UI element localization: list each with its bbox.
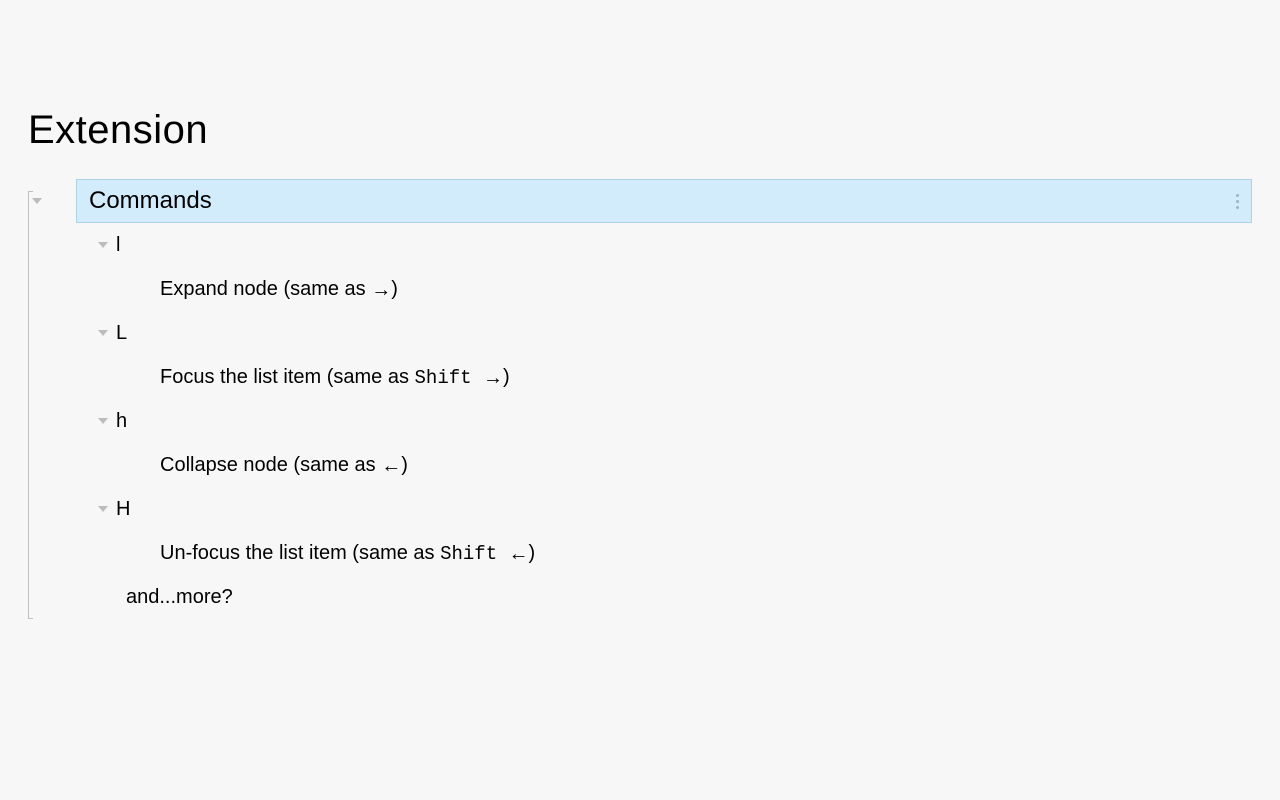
tree-node[interactable]: H (94, 487, 1252, 531)
and-more-label: and...more? (126, 586, 233, 609)
command-description: Collapse node (same as ←) (160, 454, 408, 477)
tree-node[interactable]: Collapse node (same as ←) (160, 443, 1252, 487)
selected-node-highlight[interactable]: Commands (76, 179, 1252, 223)
outline-tree: Commands l Expand node (same as →) L (28, 179, 1252, 619)
command-description: Expand node (same as →) (160, 278, 398, 301)
tree-guide-tick-top (28, 191, 33, 192)
command-key: H (116, 498, 130, 521)
tree-node[interactable]: h (94, 399, 1252, 443)
tree-node[interactable]: Expand node (same as →) (160, 267, 1252, 311)
tree-node-commands[interactable]: Commands (28, 179, 1252, 223)
command-key: l (116, 234, 120, 257)
tree-guide-tick-bottom (28, 618, 33, 619)
command-description: Focus the list item (same as Shift →) (160, 366, 510, 389)
tree-node[interactable]: l (94, 223, 1252, 267)
chevron-down-icon[interactable] (32, 198, 42, 204)
command-description: Un-focus the list item (same as Shift ←) (160, 542, 535, 565)
chevron-down-icon[interactable] (98, 242, 108, 248)
page-title: Extension (28, 108, 1252, 153)
section-header-label: Commands (89, 187, 212, 215)
command-key: L (116, 322, 127, 345)
tree-node[interactable]: L (94, 311, 1252, 355)
tree-guide-line (28, 191, 29, 619)
chevron-down-icon[interactable] (98, 506, 108, 512)
chevron-down-icon[interactable] (98, 330, 108, 336)
command-key: h (116, 410, 127, 433)
tree-node[interactable]: Focus the list item (same as Shift →) (160, 355, 1252, 399)
chevron-down-icon[interactable] (98, 418, 108, 424)
tree-node[interactable]: Un-focus the list item (same as Shift ←) (160, 531, 1252, 575)
tree-node[interactable]: and...more? (126, 575, 1252, 619)
kebab-menu-icon[interactable] (1232, 190, 1243, 213)
